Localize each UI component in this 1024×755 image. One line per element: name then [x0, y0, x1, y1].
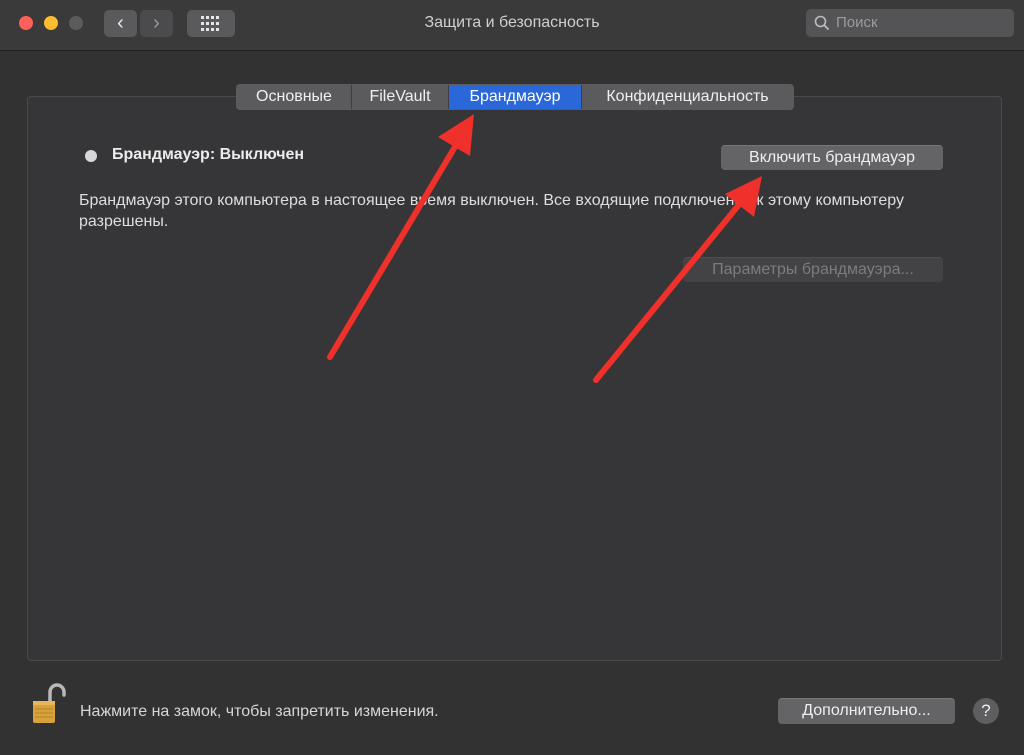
tab-general[interactable]: Основные — [237, 85, 352, 109]
firewall-description: Брандмауэр этого компьютера в настоящее … — [79, 192, 904, 230]
enable-firewall-button[interactable]: Включить брандмауэр — [721, 145, 943, 170]
lock-icon[interactable] — [31, 683, 67, 727]
content-panel — [27, 96, 1002, 661]
advanced-button[interactable]: Дополнительно... — [778, 698, 955, 724]
lock-hint-text: Нажмите на замок, чтобы запретить измене… — [80, 703, 439, 720]
status-indicator — [85, 150, 97, 162]
firewall-options-button[interactable]: Параметры брандмауэра... — [683, 257, 943, 282]
search-icon — [814, 15, 830, 31]
search-placeholder: Поиск — [836, 14, 878, 31]
tab-bar: Основные FileVault Брандмауэр Конфиденци… — [236, 84, 794, 110]
search-field[interactable]: Поиск — [806, 9, 1014, 37]
tab-firewall[interactable]: Брандмауэр — [449, 85, 582, 109]
help-icon[interactable]: ? — [973, 698, 999, 724]
firewall-status-label: Брандмауэр: Выключен — [112, 146, 305, 163]
tab-filevault[interactable]: FileVault — [352, 85, 449, 109]
preferences-window: ‹ › Защита и безопасность Поиск Основные… — [0, 0, 1024, 755]
title-bar: ‹ › Защита и безопасность Поиск — [0, 0, 1024, 51]
tab-privacy[interactable]: Конфиденциальность — [582, 85, 793, 109]
